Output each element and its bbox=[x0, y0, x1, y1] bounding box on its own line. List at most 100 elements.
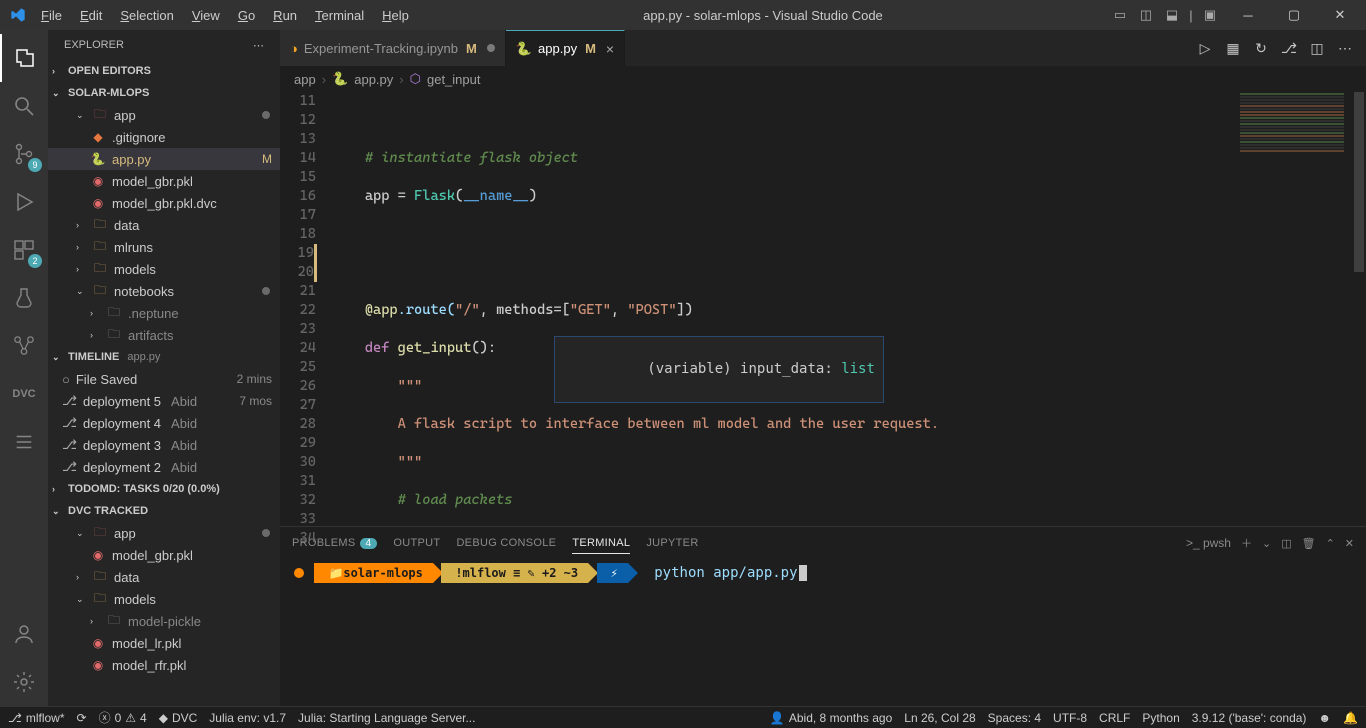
status-feedback-icon[interactable]: ☻ bbox=[1318, 711, 1331, 725]
timeline-item[interactable]: ⎇deployment 3Abid bbox=[48, 434, 280, 456]
status-encoding[interactable]: UTF-8 bbox=[1053, 711, 1087, 725]
activity-search[interactable] bbox=[0, 82, 48, 130]
folder-models[interactable]: ›🗀models bbox=[48, 258, 280, 280]
breadcrumbs[interactable]: app › 🐍 app.py › ⬡ get_input bbox=[280, 66, 1366, 92]
status-sync[interactable]: ⟳ bbox=[77, 711, 87, 725]
panel-tab-terminal[interactable]: TERMINAL bbox=[572, 533, 630, 554]
scrollbar-vertical[interactable] bbox=[1352, 92, 1366, 526]
activity-remote[interactable] bbox=[0, 322, 48, 370]
minimap[interactable] bbox=[1232, 92, 1352, 526]
folder-neptune[interactable]: ›🗀.neptune bbox=[48, 302, 280, 324]
menu-view[interactable]: View bbox=[183, 8, 229, 23]
activity-list[interactable] bbox=[0, 418, 48, 466]
menu-file[interactable]: File bbox=[32, 8, 71, 23]
panel-tab-output[interactable]: OUTPUT bbox=[393, 533, 440, 553]
activity-settings[interactable] bbox=[0, 658, 48, 706]
tab-bar: ◑ Experiment-Tracking.ipynb M 🐍 app.py M… bbox=[280, 30, 1366, 66]
section-workspace[interactable]: ⌄SOLAR-MLOPS bbox=[48, 82, 280, 104]
activity-debug[interactable] bbox=[0, 178, 48, 226]
status-blame[interactable]: 👤 Abid, 8 months ago bbox=[770, 711, 892, 725]
activity-extensions[interactable]: 2 bbox=[0, 226, 48, 274]
activity-dvc[interactable]: DVC bbox=[0, 370, 48, 418]
status-language[interactable]: Python bbox=[1142, 711, 1179, 725]
code-editor[interactable]: 1112131415 1617181920 2122232425 2627282… bbox=[280, 92, 1366, 526]
maximize-panel-button[interactable]: ⌃ bbox=[1326, 537, 1335, 550]
folder-notebooks[interactable]: ⌄🗀notebooks bbox=[48, 280, 280, 302]
more-actions-button[interactable]: ⋯ bbox=[1334, 37, 1356, 59]
menu-run[interactable]: Run bbox=[264, 8, 306, 23]
timeline-item[interactable]: ⎇deployment 4Abid bbox=[48, 412, 280, 434]
minimize-button[interactable]: ─ bbox=[1226, 0, 1270, 30]
run-button[interactable]: ▷ bbox=[1194, 37, 1216, 59]
layout-btn-2[interactable]: ◫ bbox=[1134, 3, 1158, 27]
dvc-folder-app[interactable]: ⌄🗀app bbox=[48, 522, 280, 544]
customize-layout-btn[interactable]: ▣ bbox=[1198, 3, 1222, 27]
dvc-file-model-lr[interactable]: ◉model_lr.pkl bbox=[48, 632, 280, 654]
layout-btn-1[interactable]: ▭ bbox=[1108, 3, 1132, 27]
file-app-py[interactable]: 🐍app.py M bbox=[48, 148, 280, 170]
menu-edit[interactable]: Edit bbox=[71, 8, 111, 23]
panel-tab-jupyter[interactable]: JUPYTER bbox=[646, 533, 698, 553]
status-julia-env[interactable]: Julia env: v1.7 bbox=[209, 711, 286, 725]
split-terminal-button[interactable]: ◫ bbox=[1281, 537, 1291, 550]
code-lines[interactable]: # instantiate flask object app = Flask(_… bbox=[328, 92, 1366, 526]
activity-test[interactable] bbox=[0, 274, 48, 322]
menu-terminal[interactable]: Terminal bbox=[306, 8, 373, 23]
folder-artifacts[interactable]: ›🗀artifacts bbox=[48, 324, 280, 346]
kill-terminal-button[interactable]: 🗑 bbox=[1302, 537, 1316, 550]
more-icon[interactable]: ⋯ bbox=[253, 39, 264, 52]
folder-mlruns[interactable]: ›🗀mlruns bbox=[48, 236, 280, 258]
dvc-folder-model-pickle[interactable]: ›🗀model-pickle bbox=[48, 610, 280, 632]
dvc-file-model-gbr[interactable]: ◉model_gbr.pkl bbox=[48, 544, 280, 566]
maximize-button[interactable]: ▢ bbox=[1272, 0, 1316, 30]
status-notifications-icon[interactable]: 🔔 bbox=[1343, 711, 1358, 725]
terminal-dropdown-icon[interactable]: ⌄ bbox=[1262, 537, 1271, 550]
dvc-file-model-rfr[interactable]: ◉model_rfr.pkl bbox=[48, 654, 280, 676]
activity-account[interactable] bbox=[0, 610, 48, 658]
unsaved-dot-icon bbox=[262, 287, 270, 295]
timeline-item[interactable]: ⎇deployment 2Abid bbox=[48, 456, 280, 478]
status-lncol[interactable]: Ln 26, Col 28 bbox=[904, 711, 975, 725]
status-interpreter[interactable]: 3.9.12 ('base': conda) bbox=[1192, 711, 1307, 725]
compare-button[interactable]: ↻ bbox=[1250, 37, 1272, 59]
close-button[interactable]: ✕ bbox=[1318, 0, 1362, 30]
section-timeline[interactable]: ⌄TIMELINE app.py bbox=[48, 346, 280, 368]
file-model-gbr-pkl[interactable]: ◉model_gbr.pkl bbox=[48, 170, 280, 192]
status-eol[interactable]: CRLF bbox=[1099, 711, 1130, 725]
status-julia-starting[interactable]: Julia: Starting Language Server... bbox=[298, 711, 475, 725]
section-todo[interactable]: ›TODOMD: TASKS 0/20 (0.0%) bbox=[48, 478, 280, 500]
terminal[interactable]: 📁 solar-mlops !mlflow ≡ ✎ +2 ~3 ⚡ python… bbox=[280, 559, 1366, 706]
file-model-gbr-dvc[interactable]: ◉model_gbr.pkl.dvc bbox=[48, 192, 280, 214]
dvc-folder-data[interactable]: ›🗀data bbox=[48, 566, 280, 588]
tab-app-py[interactable]: 🐍 app.py M × bbox=[506, 30, 625, 66]
close-tab-icon[interactable]: × bbox=[606, 41, 614, 57]
run-cell-button[interactable]: ▦ bbox=[1222, 37, 1244, 59]
panel: PROBLEMS4 OUTPUT DEBUG CONSOLE TERMINAL … bbox=[280, 526, 1366, 706]
menu-selection[interactable]: Selection bbox=[111, 8, 182, 23]
dvc-folder-models[interactable]: ⌄🗀models bbox=[48, 588, 280, 610]
activity-explorer[interactable] bbox=[0, 34, 48, 82]
terminal-shell-label[interactable]: >_ pwsh bbox=[1186, 536, 1231, 550]
panel-tab-debug[interactable]: DEBUG CONSOLE bbox=[456, 533, 556, 553]
layout-btn-3[interactable]: ⬓ bbox=[1160, 3, 1184, 27]
split-editor-button[interactable]: ◫ bbox=[1306, 37, 1328, 59]
close-panel-button[interactable]: ✕ bbox=[1345, 537, 1354, 550]
folder-data[interactable]: ›🗀data bbox=[48, 214, 280, 236]
file-gitignore[interactable]: ◆.gitignore bbox=[48, 126, 280, 148]
problems-badge: 4 bbox=[360, 538, 378, 549]
activity-scm[interactable]: 9 bbox=[0, 130, 48, 178]
status-spaces[interactable]: Spaces: 4 bbox=[988, 711, 1041, 725]
folder-app[interactable]: ⌄🗀 app bbox=[48, 104, 280, 126]
timeline-item[interactable]: ○File Saved2 mins bbox=[48, 368, 280, 390]
status-problems[interactable]: ⓧ 0 ⚠ 4 bbox=[99, 709, 147, 726]
section-dvc-tracked[interactable]: ⌄DVC TRACKED bbox=[48, 500, 280, 522]
status-dvc[interactable]: ◆ DVC bbox=[159, 711, 198, 725]
section-open-editors[interactable]: ›OPEN EDITORS bbox=[48, 60, 280, 82]
menu-go[interactable]: Go bbox=[229, 8, 264, 23]
new-terminal-button[interactable]: ＋ bbox=[1241, 535, 1252, 551]
tab-experiment-tracking[interactable]: ◑ Experiment-Tracking.ipynb M bbox=[280, 30, 506, 66]
git-button[interactable]: ⎇ bbox=[1278, 37, 1300, 59]
menu-help[interactable]: Help bbox=[373, 8, 418, 23]
timeline-item[interactable]: ⎇deployment 5Abid7 mos bbox=[48, 390, 280, 412]
status-branch[interactable]: ⎇ mlflow* bbox=[8, 711, 65, 725]
